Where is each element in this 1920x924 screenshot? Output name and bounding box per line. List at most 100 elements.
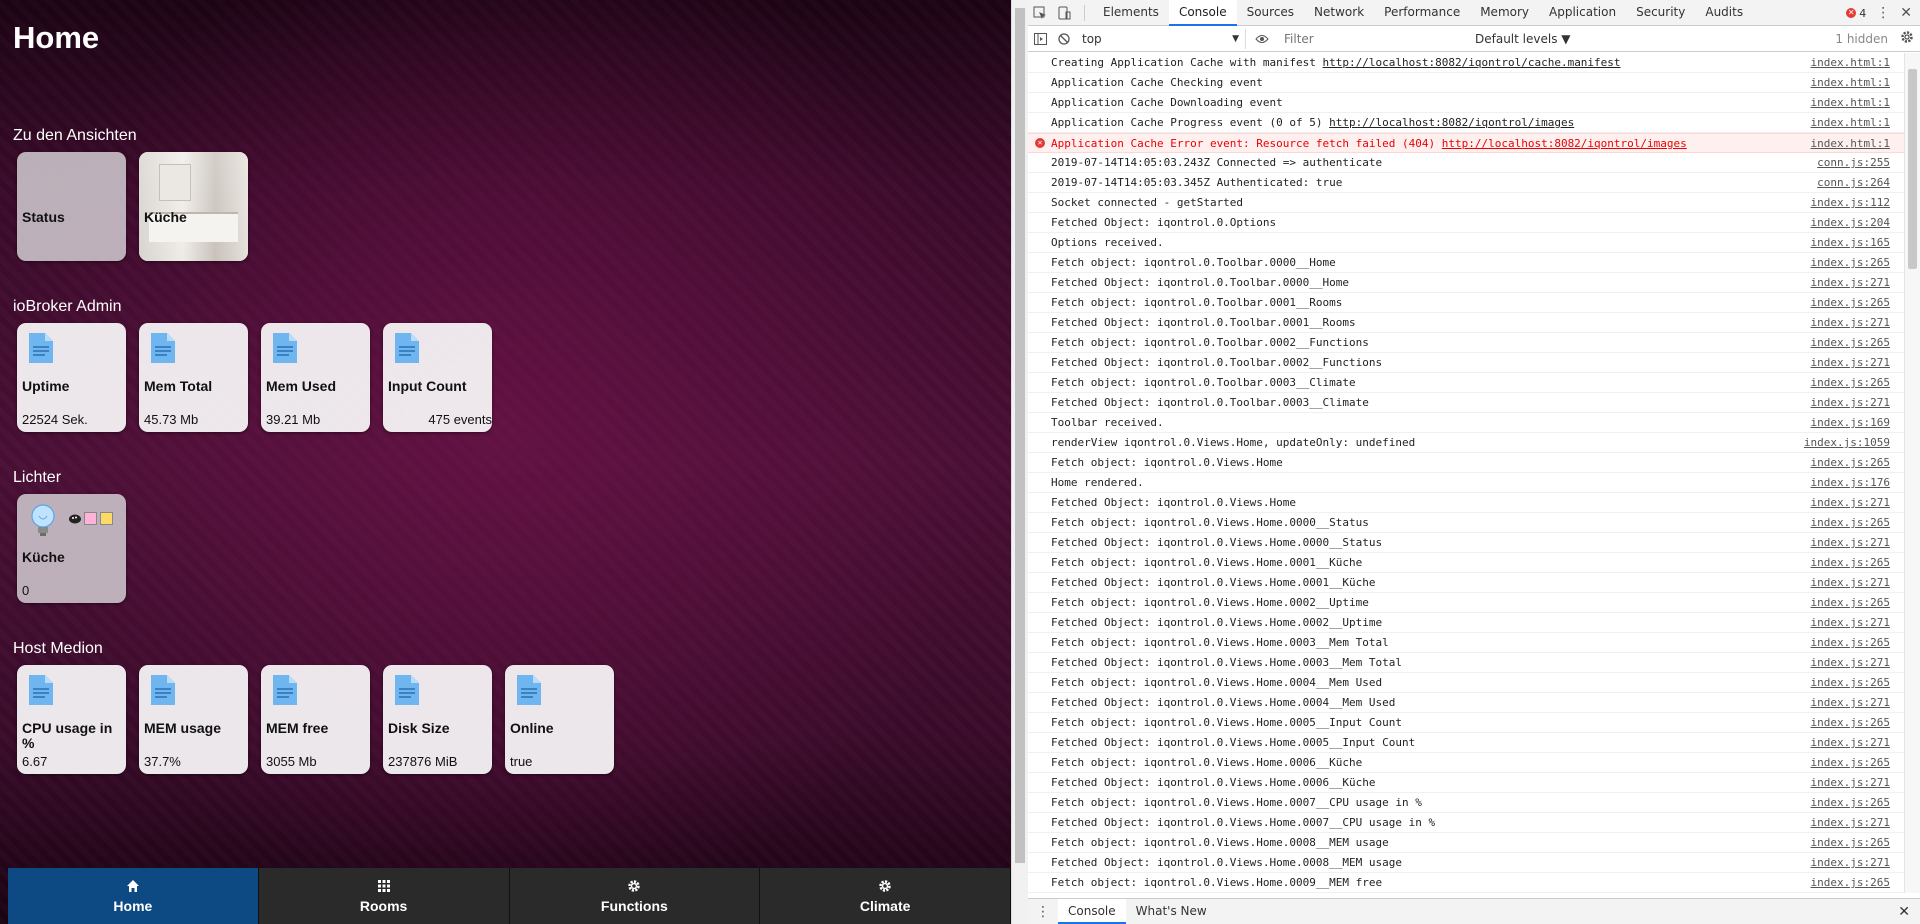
log-source-link[interactable]: index.js:271 — [1811, 313, 1890, 332]
color-swatch-yellow[interactable] — [100, 512, 113, 525]
log-source-link[interactable]: index.js:165 — [1811, 233, 1890, 252]
log-source-link[interactable]: index.js:271 — [1811, 693, 1890, 712]
tab-application[interactable]: Application — [1539, 0, 1626, 26]
log-source-link[interactable]: conn.js:264 — [1817, 173, 1890, 192]
live-expression-button[interactable] — [1250, 26, 1274, 52]
log-source-link[interactable]: index.js:265 — [1811, 293, 1890, 312]
log-source-link[interactable]: index.js:271 — [1811, 573, 1890, 592]
host-tile-online[interactable]: Online true — [505, 665, 614, 774]
nav-rooms[interactable]: Rooms — [258, 868, 510, 924]
log-source-link[interactable]: index.js:271 — [1811, 773, 1890, 792]
view-tile-kueche[interactable]: Küche — [139, 152, 248, 261]
nav-functions[interactable]: Functions — [509, 868, 761, 924]
log-source-link[interactable]: index.html:1 — [1811, 73, 1890, 92]
admin-tile-input-count[interactable]: Input Count 475 events — [383, 323, 492, 432]
app-scrollbar[interactable] — [1011, 0, 1028, 924]
log-source-link[interactable]: index.js:271 — [1811, 733, 1890, 752]
admin-tile-mem-total[interactable]: Mem Total 45.73 Mb — [139, 323, 248, 432]
log-source-link[interactable]: index.js:265 — [1811, 873, 1890, 892]
inspect-element-button[interactable] — [1028, 0, 1052, 26]
log-source-link[interactable]: index.html:1 — [1811, 113, 1890, 132]
log-source-link[interactable]: index.js:271 — [1811, 273, 1890, 292]
log-source-link[interactable]: index.js:112 — [1811, 193, 1890, 212]
log-source-link[interactable]: index.js:271 — [1811, 493, 1890, 512]
log-source-link[interactable]: index.js:265 — [1811, 373, 1890, 392]
more-options-icon[interactable]: ⋮ — [1876, 5, 1890, 21]
log-source-link[interactable]: index.js:176 — [1811, 473, 1890, 492]
log-source-link[interactable]: index.js:271 — [1811, 613, 1890, 632]
console-log-row: Fetched Object: iqontrol.0.Views.Home.00… — [1028, 533, 1904, 553]
log-source-link[interactable]: index.js:265 — [1811, 713, 1890, 732]
clear-console-button[interactable] — [1052, 26, 1076, 52]
host-tile-mem-usage[interactable]: MEM usage 37.7% — [139, 665, 248, 774]
log-source-link[interactable]: index.html:1 — [1811, 134, 1890, 153]
log-source-link[interactable]: index.js:271 — [1811, 813, 1890, 832]
view-tile-status[interactable]: Status — [17, 152, 126, 261]
console-scrollbar-thumb[interactable] — [1908, 69, 1917, 269]
log-source-link[interactable]: index.js:265 — [1811, 753, 1890, 772]
log-source-link[interactable]: index.js:265 — [1811, 833, 1890, 852]
log-source-link[interactable]: index.js:265 — [1811, 633, 1890, 652]
log-source-link[interactable]: conn.js:255 — [1817, 153, 1890, 172]
host-tile-cpu[interactable]: CPU usage in % 6.67 — [17, 665, 126, 774]
tile-value: 45.73 Mb — [144, 412, 199, 427]
log-link[interactable]: http://localhost:8082/iqontrol/cache.man… — [1323, 56, 1621, 69]
close-icon[interactable]: ✕ — [1900, 5, 1912, 21]
context-select[interactable]: top ▼ — [1076, 28, 1246, 49]
drawer-tab-console[interactable]: Console — [1058, 899, 1126, 924]
log-source-link[interactable]: index.js:271 — [1811, 353, 1890, 372]
host-tile-mem-free[interactable]: MEM free 3055 Mb — [261, 665, 370, 774]
log-source-link[interactable]: index.js:204 — [1811, 213, 1890, 232]
drawer-tab-whats-new[interactable]: What's New — [1126, 899, 1217, 924]
log-source-link[interactable]: index.js:271 — [1811, 853, 1890, 872]
console-log-row: Fetched Object: iqontrol.0.Views.Home.00… — [1028, 813, 1904, 833]
log-source-link[interactable]: index.js:265 — [1811, 673, 1890, 692]
nav-home[interactable]: Home — [8, 868, 259, 924]
admin-tile-uptime[interactable]: Uptime 22524 Sek. — [17, 323, 126, 432]
color-swatch-pink[interactable] — [84, 512, 97, 525]
log-source-link[interactable]: index.js:1059 — [1804, 433, 1890, 452]
console-log-row: Fetched Object: iqontrol.0.Views.Home.00… — [1028, 853, 1904, 873]
log-source-link[interactable]: index.js:265 — [1811, 513, 1890, 532]
nav-climate[interactable]: Climate — [760, 868, 1011, 924]
drawer-menu-icon[interactable]: ⋮ — [1028, 904, 1058, 920]
log-source-link[interactable]: index.js:271 — [1811, 533, 1890, 552]
app-scrollbar-thumb[interactable] — [1015, 8, 1025, 863]
sidebar-toggle-button[interactable] — [1028, 26, 1052, 52]
log-levels-select[interactable]: Default levels ▼ — [1471, 32, 1575, 46]
log-link[interactable]: http://localhost:8082/iqontrol/images — [1329, 116, 1574, 129]
log-source-link[interactable]: index.js:265 — [1811, 333, 1890, 352]
tab-performance[interactable]: Performance — [1374, 0, 1470, 26]
log-source-link[interactable]: index.js:271 — [1811, 653, 1890, 672]
console-log-area[interactable]: Creating Application Cache with manifest… — [1028, 53, 1904, 893]
log-source-link[interactable]: index.html:1 — [1811, 93, 1890, 112]
log-source-link[interactable]: index.js:169 — [1811, 413, 1890, 432]
log-source-link[interactable]: index.js:265 — [1811, 453, 1890, 472]
tab-console[interactable]: Console — [1168, 0, 1237, 26]
tab-memory[interactable]: Memory — [1470, 0, 1539, 26]
settings-gear-icon[interactable] — [1900, 30, 1914, 44]
log-source-link[interactable]: index.js:265 — [1811, 793, 1890, 812]
admin-tile-mem-used[interactable]: Mem Used 39.21 Mb — [261, 323, 370, 432]
log-source-link[interactable]: index.html:1 — [1811, 53, 1890, 72]
tab-elements[interactable]: Elements — [1093, 0, 1169, 26]
tab-audits[interactable]: Audits — [1695, 0, 1753, 26]
drawer-close-icon[interactable]: ✕ — [1898, 904, 1910, 920]
document-icon — [151, 675, 175, 705]
log-source-link[interactable]: index.js:271 — [1811, 393, 1890, 412]
host-tile-disk-size[interactable]: Disk Size 237876 MiB — [383, 665, 492, 774]
log-link[interactable]: http://localhost:8082/iqontrol/images — [1442, 137, 1687, 150]
device-toolbar-button[interactable] — [1052, 0, 1076, 26]
error-count-badge[interactable]: ✕ 4 — [1846, 7, 1866, 20]
log-source-link[interactable]: index.js:265 — [1811, 553, 1890, 572]
tab-sources[interactable]: Sources — [1237, 0, 1304, 26]
log-source-link[interactable]: index.js:265 — [1811, 593, 1890, 612]
console-log-row: Fetch object: iqontrol.0.Toolbar.0002__F… — [1028, 333, 1904, 353]
tab-network[interactable]: Network — [1304, 0, 1374, 26]
console-scrollbar[interactable] — [1904, 53, 1920, 893]
tab-security[interactable]: Security — [1626, 0, 1695, 26]
light-tile-kueche[interactable]: Küche 0 — [17, 494, 126, 603]
log-message: Application Cache Checking event — [1051, 76, 1263, 89]
filter-input[interactable] — [1280, 28, 1465, 49]
log-source-link[interactable]: index.js:265 — [1811, 253, 1890, 272]
